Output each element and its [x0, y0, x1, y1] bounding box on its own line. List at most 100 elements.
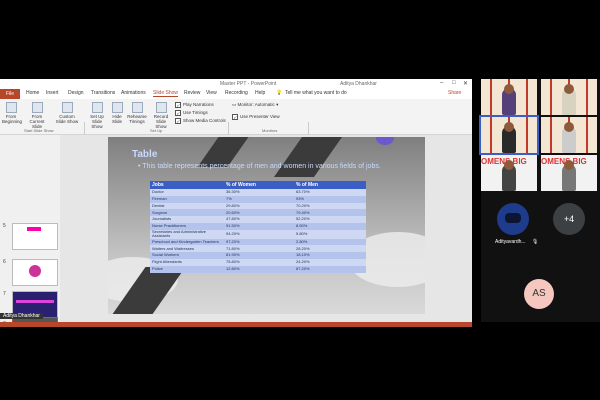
table-cell: 93% — [294, 195, 366, 203]
hide-slide-icon — [111, 102, 123, 113]
table-row: Journalists 47.80% 52.20% — [150, 216, 366, 223]
tab-transitions[interactable]: Transitions — [91, 90, 115, 96]
maximize-icon[interactable]: □ — [452, 80, 456, 86]
minimize-icon[interactable]: – — [440, 80, 443, 86]
checkbox-icon: ✓ — [175, 110, 181, 116]
column-header: % of Women — [224, 181, 294, 189]
tab-help[interactable]: Help — [255, 90, 265, 96]
table-cell: 70.20% — [294, 202, 366, 210]
ribbon-tabs: File Home Insert Design Transitions Anim… — [0, 89, 472, 99]
tab-animations[interactable]: Animations — [121, 90, 146, 96]
slide-thumbnail[interactable] — [12, 259, 58, 286]
participant-face — [564, 122, 574, 132]
tab-view[interactable]: View — [206, 90, 217, 96]
from-beginning-button[interactable]: From Beginning — [2, 102, 23, 124]
status-bar — [0, 322, 472, 327]
participant-video[interactable] — [541, 117, 597, 153]
more-participants-button[interactable]: +4 — [553, 203, 585, 235]
monitor-select[interactable]: ▭ Monitor: Automatic ▾ — [232, 102, 278, 108]
share-button[interactable]: Share — [448, 90, 461, 96]
user-name[interactable]: Aditya Dhankhar — [340, 81, 377, 87]
close-icon[interactable]: ✕ — [463, 80, 468, 87]
participant-video[interactable]: OMENS BIG — [481, 155, 537, 191]
use-timings-label: Use Timings — [183, 110, 208, 115]
tab-insert[interactable]: Insert — [46, 90, 59, 96]
tab-design[interactable]: Design — [68, 90, 84, 96]
participant-face — [564, 84, 574, 94]
participant-face — [504, 84, 514, 94]
table-row: Waiters and Waitresses 71.80% 28.20% — [150, 245, 366, 253]
play-narrations-label: Play Narrations — [183, 102, 214, 107]
rehearse-label: Rehearse Timings — [127, 114, 147, 124]
thumb-graphic — [27, 227, 41, 231]
tab-home[interactable]: Home — [26, 90, 39, 96]
table-cell: 52.20% — [294, 216, 366, 223]
slide-subtitle[interactable]: • This table represents percentage of me… — [138, 163, 408, 171]
tab-review[interactable]: Review — [184, 90, 200, 96]
monitor-value: Automatic — [254, 102, 275, 107]
show-media-checkbox[interactable]: ✓ Show Media Controls — [175, 118, 226, 124]
table-cell: Journalists — [150, 216, 224, 223]
table-cell: 47.80% — [224, 216, 294, 223]
participant-face — [564, 160, 574, 170]
thumb-number: 6 — [3, 259, 6, 265]
participant-name: Adityavardh... — [495, 239, 526, 245]
table-cell: Waiters and Waitresses — [150, 245, 224, 253]
table-cell: 75.80% — [224, 258, 294, 266]
column-header: Jobs — [150, 181, 224, 189]
presenter-view-checkbox[interactable]: ✓ Use Presenter View — [232, 114, 280, 120]
thumb-number: 5 — [3, 223, 6, 229]
custom-show-button[interactable]: Custom Slide Show — [54, 102, 80, 124]
group-start-label: Start Slide Show — [24, 128, 54, 133]
play-narrations-checkbox[interactable]: ✓ Play Narrations — [175, 102, 214, 108]
slide-thumbnail-pane: 5 6 7 8 — [0, 135, 60, 322]
table-cell: Flight Attendants — [150, 258, 224, 266]
tab-file[interactable]: File — [0, 89, 20, 99]
table-cell: 8.50% — [294, 222, 366, 230]
record-show-button[interactable]: Record Slide Show — [150, 102, 172, 129]
participant-video-active[interactable] — [479, 115, 539, 155]
table-row: Secretaries and Administrative Assistant… — [150, 229, 366, 239]
hide-slide-button[interactable]: Hide Slide — [110, 102, 124, 124]
jobs-table[interactable]: Jobs % of Women % of Men Doctor 36.30% 63.… — [150, 181, 366, 273]
thumb-graphic — [16, 300, 54, 303]
tab-slide-show[interactable]: Slide Show — [153, 90, 179, 97]
participant-initials-avatar[interactable]: AS — [524, 279, 554, 309]
participant-avatar-image[interactable] — [497, 203, 529, 235]
participant-face — [504, 122, 514, 132]
window-title: Master PPT - PowerPoint — [220, 81, 277, 87]
title-bar: Master PPT - PowerPoint Aditya Dhankhar … — [0, 79, 472, 89]
rehearse-button[interactable]: Rehearse Timings — [126, 102, 148, 124]
custom-show-icon — [61, 102, 73, 113]
table-cell: 18.10% — [294, 252, 366, 259]
participant-video[interactable] — [541, 79, 597, 115]
tab-recording[interactable]: Recording — [225, 90, 248, 96]
participant-video[interactable] — [481, 79, 537, 115]
table-cell: 29.80% — [224, 202, 294, 210]
table-cell: 63.70% — [294, 189, 366, 196]
custom-show-label: Custom Slide Show — [55, 114, 79, 124]
table-cell: Social Workers — [150, 252, 224, 259]
tell-me-search[interactable]: Tell me what you want to do — [285, 90, 347, 96]
checkbox-icon: ✓ — [175, 118, 181, 124]
powerpoint-window: Master PPT - PowerPoint Aditya Dhankhar … — [0, 79, 472, 322]
slideshow-icon — [31, 102, 43, 113]
checkbox-icon: ✓ — [175, 102, 181, 108]
table-cell: 71.80% — [224, 245, 294, 253]
table-cell: 28.20% — [294, 245, 366, 253]
staircase-graphic — [273, 137, 343, 177]
slide-title[interactable]: Table — [132, 149, 157, 160]
from-beginning-label: From Beginning — [2, 114, 23, 124]
current-slide[interactable]: Table • This table represents percentage… — [108, 137, 425, 314]
participant-gallery: OMENS BIG OMENS BIG Adityavardh... 🎙 +4 … — [479, 79, 600, 322]
participant-video[interactable]: OMENS BIG — [541, 155, 597, 191]
slide-thumbnail[interactable] — [12, 223, 58, 250]
use-timings-checkbox[interactable]: ✓ Use Timings — [175, 110, 208, 116]
setup-show-label: Set Up Slide Show — [90, 114, 104, 129]
from-current-button[interactable]: From Current Slide — [24, 102, 50, 129]
setup-show-button[interactable]: Set Up Slide Show — [86, 102, 108, 129]
column-header: % of Men — [294, 181, 366, 189]
table-row: Doctor 36.30% 63.70% — [150, 189, 366, 196]
presenter-view-label: Use Presenter View — [240, 114, 280, 119]
group-setup-label: Set Up — [150, 128, 163, 133]
